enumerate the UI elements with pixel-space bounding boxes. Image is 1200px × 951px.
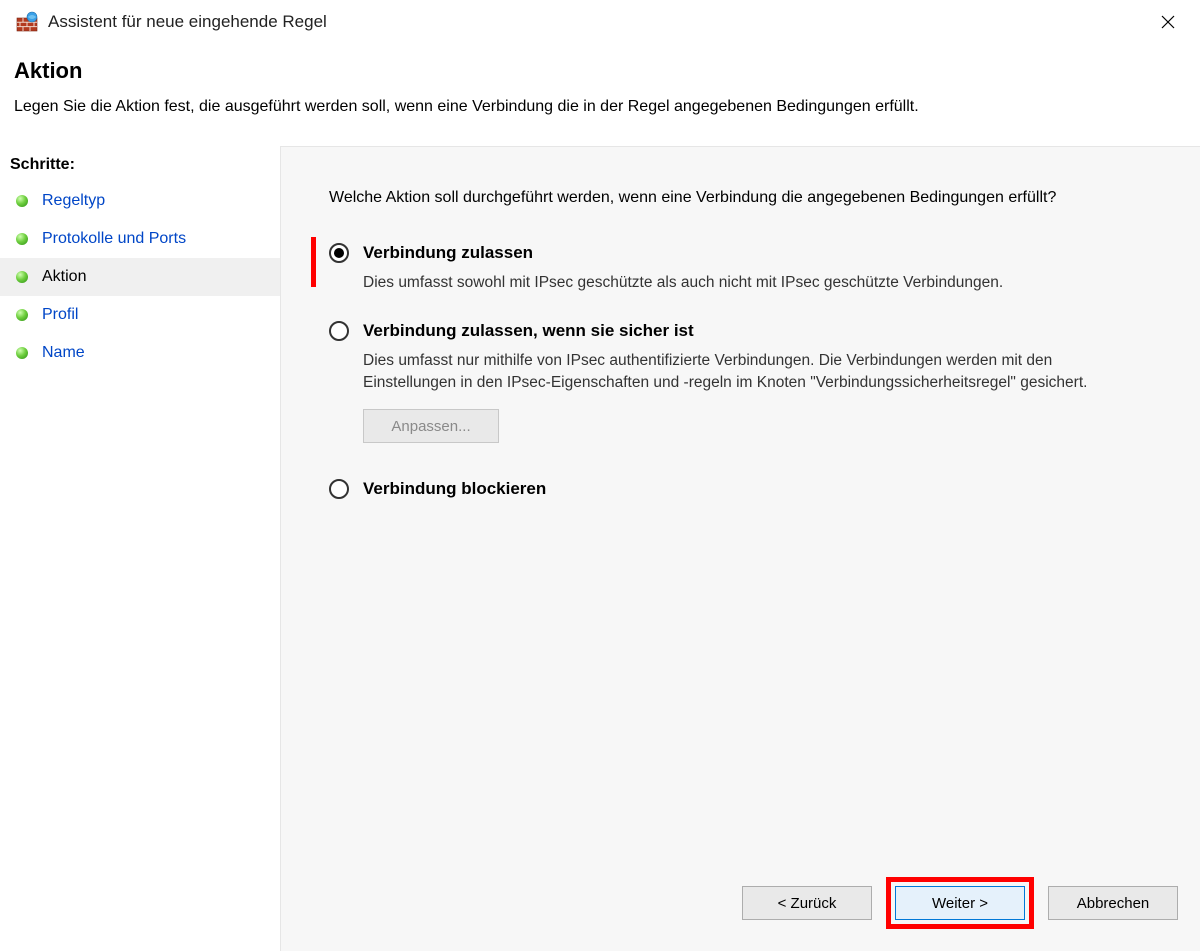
next-button[interactable]: Weiter > (895, 886, 1025, 920)
step-label: Aktion (42, 268, 86, 286)
step-label: Profil (42, 306, 78, 324)
bullet-icon (16, 271, 28, 283)
window-title: Assistent für neue eingehende Regel (48, 12, 1148, 32)
step-regeltyp[interactable]: Regeltyp (0, 182, 280, 220)
radio-allow-if-secure[interactable] (329, 321, 349, 341)
step-profil[interactable]: Profil (0, 296, 280, 334)
step-label: Name (42, 344, 85, 362)
steps-heading: Schritte: (0, 146, 280, 182)
radio-allow-connection[interactable] (329, 243, 349, 263)
close-icon (1161, 15, 1175, 29)
step-aktion[interactable]: Aktion (0, 258, 280, 296)
close-button[interactable] (1148, 6, 1188, 38)
bullet-icon (16, 195, 28, 207)
action-prompt: Welche Aktion soll durchgeführt werden, … (329, 187, 1109, 209)
step-label: Regeltyp (42, 192, 105, 210)
content-area: Welche Aktion soll durchgeführt werden, … (281, 147, 1200, 859)
option-allow-connection: Verbindung zulassen Dies umfasst sowohl … (329, 243, 1109, 293)
bullet-icon (16, 347, 28, 359)
radio-block-connection[interactable] (329, 479, 349, 499)
step-name[interactable]: Name (0, 334, 280, 372)
step-protokolle-und-ports[interactable]: Protokolle und Ports (0, 220, 280, 258)
bullet-icon (16, 233, 28, 245)
firewall-app-icon (16, 11, 38, 33)
step-label: Protokolle und Ports (42, 230, 186, 248)
wizard-footer: < Zurück Weiter > Abbrechen (281, 859, 1200, 951)
page-title: Aktion (14, 58, 1186, 84)
steps-list: Regeltyp Protokolle und Ports Aktion Pro… (0, 182, 280, 372)
wizard-window: Assistent für neue eingehende Regel Akti… (0, 0, 1200, 951)
bullet-icon (16, 309, 28, 321)
page-description: Legen Sie die Aktion fest, die ausgeführ… (14, 98, 1186, 116)
page-header: Aktion Legen Sie die Aktion fest, die au… (0, 44, 1200, 146)
option-title: Verbindung zulassen, wenn sie sicher ist (363, 321, 1109, 341)
cancel-button[interactable]: Abbrechen (1048, 886, 1178, 920)
option-block-connection: Verbindung blockieren (329, 479, 1109, 499)
option-description: Dies umfasst sowohl mit IPsec geschützte… (363, 272, 1109, 294)
customize-button: Anpassen... (363, 409, 499, 443)
next-button-highlight: Weiter > (886, 877, 1034, 929)
option-description: Dies umfasst nur mithilfe von IPsec auth… (363, 350, 1109, 393)
option-title: Verbindung zulassen (363, 243, 1109, 263)
option-allow-if-secure: Verbindung zulassen, wenn sie sicher ist… (329, 321, 1109, 443)
option-title: Verbindung blockieren (363, 479, 1109, 499)
titlebar: Assistent für neue eingehende Regel (0, 0, 1200, 44)
wizard-body: Schritte: Regeltyp Protokolle und Ports … (0, 146, 1200, 951)
highlight-marker (311, 237, 316, 287)
content-panel: Welche Aktion soll durchgeführt werden, … (280, 146, 1200, 951)
steps-sidebar: Schritte: Regeltyp Protokolle und Ports … (0, 146, 280, 951)
back-button[interactable]: < Zurück (742, 886, 872, 920)
